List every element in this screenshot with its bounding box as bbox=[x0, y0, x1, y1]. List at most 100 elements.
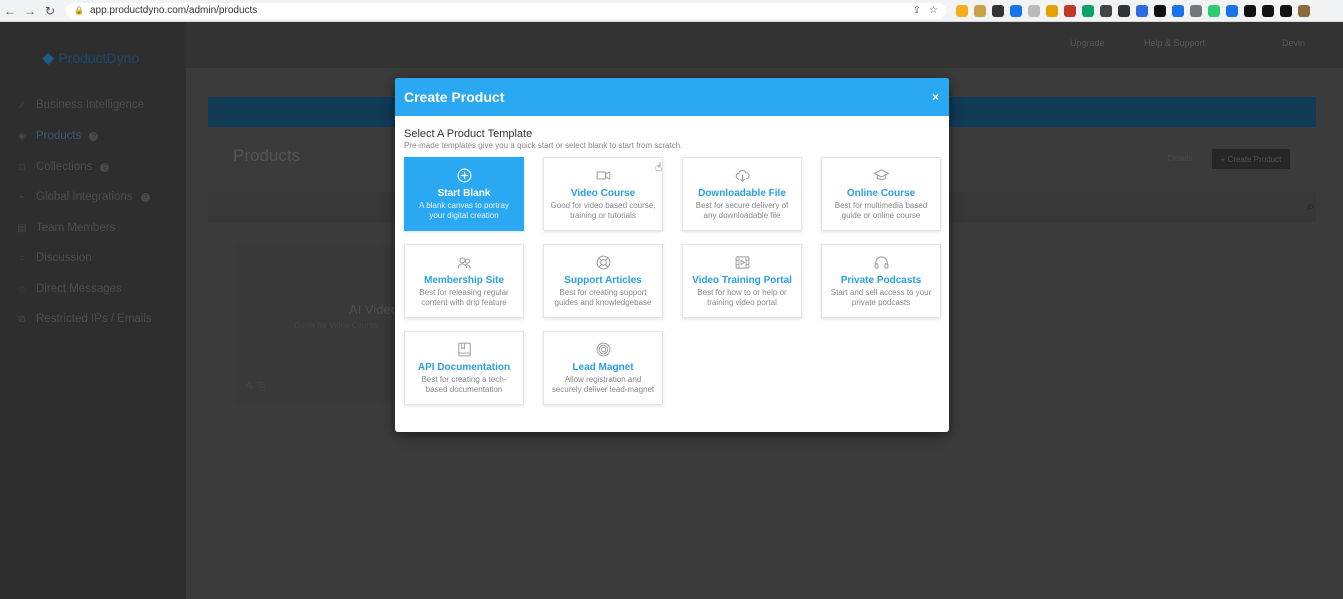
template-name: Online Course bbox=[846, 188, 916, 199]
browser-extension-icon[interactable] bbox=[1208, 4, 1220, 17]
browser-extension-icon[interactable] bbox=[1154, 4, 1166, 17]
browser-extension-icon[interactable] bbox=[1046, 4, 1058, 17]
address-bar[interactable]: 🔒 app.productdyno.com/admin/products ⇪ ☆ bbox=[66, 2, 946, 19]
lifebuoy-icon bbox=[594, 253, 612, 271]
template-description: A blank canvas to portray your digital c… bbox=[419, 201, 509, 220]
create-product-modal: Create Product × Select A Product Templa… bbox=[395, 78, 949, 432]
template-name: Video Training Portal bbox=[692, 275, 792, 286]
browser-extension-icon[interactable] bbox=[1262, 4, 1274, 17]
users-icon: ▤ bbox=[17, 222, 27, 234]
template-tile-video-course[interactable]: Video Course Good for video based course,… bbox=[543, 157, 663, 231]
help-support-menu[interactable]: Help & Support bbox=[1144, 38, 1205, 48]
sidebar-item-products[interactable]: ◈ Products ? bbox=[16, 130, 99, 142]
sidebar-item-business-intelligence[interactable]: ⁄ Business Intelligence bbox=[16, 99, 144, 111]
browser-extension-icon[interactable] bbox=[1136, 4, 1148, 17]
browser-extension-icon[interactable] bbox=[1100, 4, 1112, 17]
browser-extension-icon[interactable] bbox=[1244, 4, 1256, 17]
browser-extension-icon[interactable] bbox=[1028, 4, 1040, 17]
details-toggle[interactable]: Details bbox=[1168, 154, 1192, 163]
template-tile-support-articles[interactable]: Support Articles Best for creating suppor… bbox=[543, 244, 663, 318]
sidebar-item-global-integrations[interactable]: ⌁ Global Integrations ? bbox=[16, 191, 150, 203]
template-name: Video Course bbox=[570, 188, 636, 199]
template-description: Start and sell access to your private po… bbox=[830, 288, 932, 307]
modal-body: Select A Product Template Pre-made templ… bbox=[395, 116, 949, 417]
template-tile-lead-magnet[interactable]: Lead Magnet Allow registration and secure… bbox=[543, 331, 663, 405]
template-description: Best for releasing regular content with … bbox=[419, 288, 509, 307]
message-icon: ◌ bbox=[19, 283, 25, 295]
sidebar: ◆ ProductDyno ⁄ Business Intelligence ◈ … bbox=[0, 22, 186, 599]
plug-icon: ⌁ bbox=[18, 191, 26, 203]
graduation-cap-icon bbox=[872, 166, 890, 184]
product-card-title: AI Video bbox=[349, 302, 398, 317]
url-text: app.productdyno.com/admin/products bbox=[89, 5, 258, 16]
folder-icon: □ bbox=[18, 161, 26, 173]
browser-extension-icon[interactable] bbox=[1226, 4, 1238, 17]
video-camera-icon bbox=[594, 166, 612, 184]
logo-mark-icon: ◆ bbox=[42, 50, 55, 67]
book-icon bbox=[455, 340, 473, 358]
browser-extension-icon[interactable] bbox=[1010, 4, 1022, 17]
user-menu[interactable]: Devin bbox=[1282, 38, 1305, 48]
template-description: Allow registration and securely deliver … bbox=[551, 375, 655, 394]
browser-extension-icon[interactable] bbox=[974, 4, 986, 17]
template-name: Start Blank bbox=[437, 188, 491, 199]
template-section-subtitle: Pre-made templates give you a quick star… bbox=[404, 141, 683, 150]
help-icon[interactable]: ? bbox=[100, 162, 110, 172]
sidebar-item-collections[interactable]: □ Collections ? bbox=[16, 161, 110, 173]
browser-extension-icon[interactable] bbox=[1172, 4, 1184, 17]
browser-extension-icon[interactable] bbox=[992, 4, 1004, 17]
chat-icon: ○ bbox=[18, 252, 26, 264]
create-product-button[interactable]: + Create Product bbox=[1212, 149, 1290, 169]
logo[interactable]: ◆ ProductDyno bbox=[42, 48, 139, 68]
browser-extension-icon[interactable] bbox=[1064, 4, 1076, 17]
forward-icon[interactable]: → bbox=[20, 0, 40, 22]
sidebar-item-label: Team Members bbox=[36, 222, 116, 234]
sidebar-item-direct-messages[interactable]: ◌ Direct Messages bbox=[16, 283, 122, 295]
back-icon[interactable]: ← bbox=[0, 0, 20, 22]
edit-icon[interactable]: ✎ ⎘ bbox=[246, 382, 265, 393]
bookmark-star-icon[interactable]: ☆ bbox=[929, 5, 938, 16]
upgrade-link[interactable]: Upgrade bbox=[1070, 38, 1105, 48]
reload-icon[interactable]: ↻ bbox=[40, 0, 60, 22]
template-tile-private-podcasts[interactable]: Private Podcasts Start and sell access to… bbox=[821, 244, 941, 318]
browser-extension-icon[interactable] bbox=[1190, 4, 1202, 17]
browser-extension-icon[interactable] bbox=[1082, 4, 1094, 17]
template-name: Support Articles bbox=[564, 275, 642, 286]
template-tile-downloadable-file[interactable]: Downloadable File Best for secure deliver… bbox=[682, 157, 802, 231]
template-description: Best for creating a tech-based documenta… bbox=[421, 375, 507, 394]
sidebar-item-restricted-ips[interactable]: ⊘ Restricted IPs / Emails bbox=[16, 313, 152, 325]
chart-icon: ⁄ bbox=[21, 99, 23, 111]
template-tile-video-training-portal[interactable]: Video Training Portal Best for how to or … bbox=[682, 244, 802, 318]
template-description: Best for secure delivery of any download… bbox=[695, 201, 789, 220]
share-icon[interactable]: ⇪ bbox=[913, 5, 921, 16]
sidebar-item-team-members[interactable]: ▤ Team Members bbox=[16, 222, 115, 234]
tag-icon: ◈ bbox=[18, 130, 26, 142]
headphones-icon bbox=[872, 253, 890, 271]
sidebar-item-label: Direct Messages bbox=[36, 283, 122, 295]
browser-extension-icon[interactable] bbox=[956, 4, 968, 17]
template-tile-start-blank[interactable]: Start Blank A blank canvas to portray you… bbox=[404, 157, 524, 231]
template-name: Private Podcasts bbox=[840, 275, 922, 286]
browser-extension-icon[interactable] bbox=[1118, 4, 1130, 17]
template-tile-online-course[interactable]: Online Course Best for multimedia based g… bbox=[821, 157, 941, 231]
template-tile-membership-site[interactable]: Membership Site Best for releasing regula… bbox=[404, 244, 524, 318]
template-name: Downloadable File bbox=[698, 188, 786, 199]
users-icon bbox=[455, 253, 473, 271]
lock-icon: 🔒 bbox=[74, 6, 84, 15]
modal-header: Create Product × bbox=[395, 78, 949, 116]
browser-extension-icon[interactable] bbox=[1280, 4, 1292, 17]
sidebar-item-label: Business Intelligence bbox=[36, 99, 145, 111]
browser-extension-icon[interactable] bbox=[1298, 4, 1310, 17]
template-name: Membership Site bbox=[423, 275, 505, 286]
close-icon[interactable]: × bbox=[932, 90, 939, 104]
product-card-subtitle: Guide for Video Course bbox=[294, 321, 378, 330]
page-title: Products bbox=[233, 146, 301, 165]
help-icon[interactable]: ? bbox=[140, 192, 150, 202]
help-icon[interactable]: ? bbox=[89, 131, 99, 141]
template-name: API Documentation bbox=[417, 362, 511, 373]
sidebar-item-discussion[interactable]: ○ Discussion bbox=[16, 252, 92, 264]
block-icon: ⊘ bbox=[17, 313, 27, 325]
template-tile-api-documentation[interactable]: API Documentation Best for creating a tec… bbox=[404, 331, 524, 405]
search-icon[interactable]: ⌕ bbox=[1307, 198, 1315, 215]
template-description: Best for creating support guides and kno… bbox=[554, 288, 652, 307]
